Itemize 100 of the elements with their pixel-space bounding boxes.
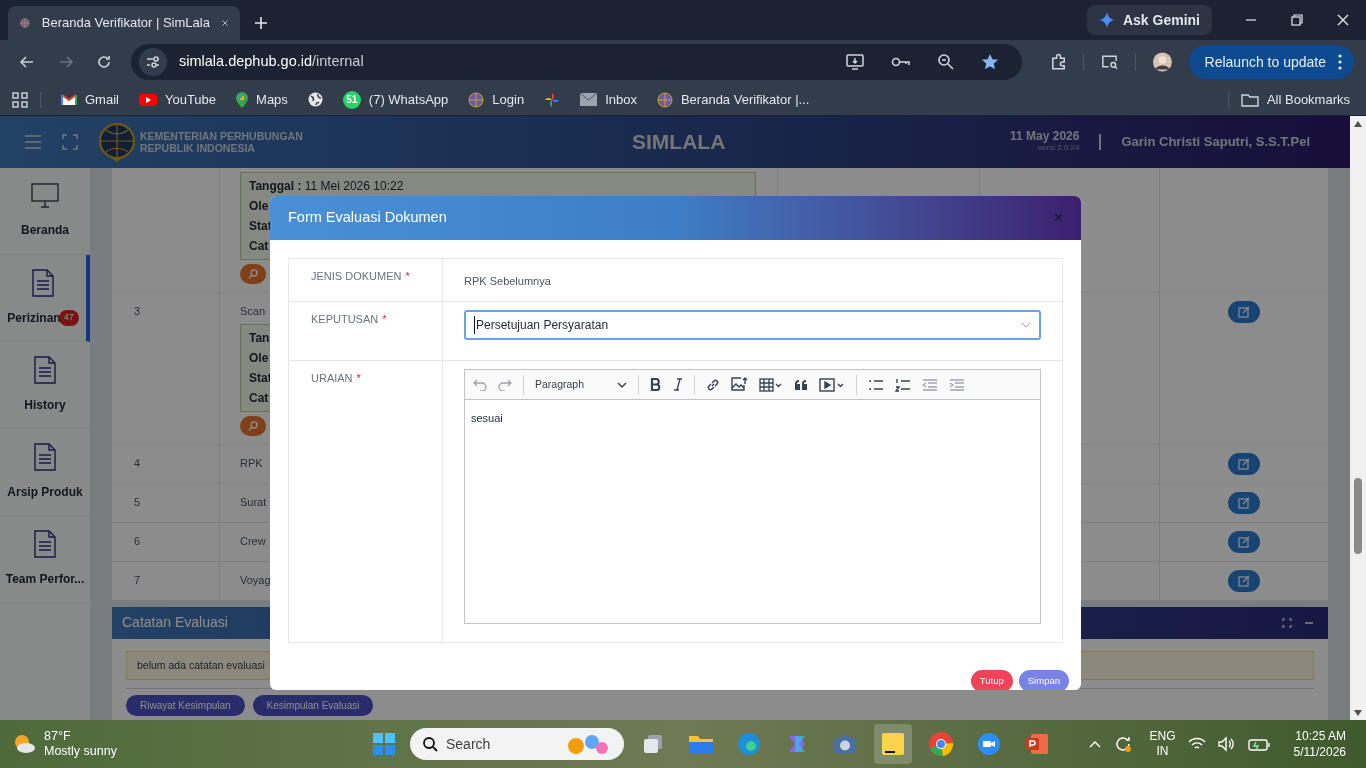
media-embed-icon[interactable]: [819, 377, 845, 392]
editor-text: sesuai: [471, 411, 504, 426]
key-icon[interactable]: [890, 55, 911, 69]
log-line: Tan: [249, 329, 270, 347]
sidebar-label: Beranda: [21, 222, 69, 239]
block-style-dropdown[interactable]: Paragraph: [535, 376, 627, 393]
log-line: Cat: [249, 389, 269, 407]
bookmark-item[interactable]: Maps: [228, 86, 296, 113]
bookmark-item[interactable]: 51 (7) WhatsApp: [334, 86, 457, 113]
globe-icon[interactable]: [307, 92, 323, 107]
scroll-up-icon[interactable]: [1354, 121, 1362, 127]
speaker-icon[interactable]: [1217, 736, 1236, 752]
edit-button[interactable]: [1228, 569, 1260, 592]
language-indicator[interactable]: ENG IN: [1149, 729, 1176, 759]
edit-button[interactable]: [1228, 301, 1260, 323]
envelope-icon: [580, 93, 598, 106]
edit-button[interactable]: [1228, 530, 1260, 553]
wifi-icon[interactable]: [1187, 737, 1206, 751]
extensions-icon[interactable]: [1049, 53, 1067, 71]
row-number: 3: [134, 305, 141, 317]
play-icon: [138, 93, 157, 106]
map-pin-icon: [236, 91, 249, 108]
required-mark: *: [405, 269, 410, 284]
install-icon[interactable]: [844, 53, 865, 71]
edit-button[interactable]: [1228, 452, 1260, 475]
scrollbar-thumb[interactable]: [1354, 478, 1362, 554]
start-icon[interactable]: [372, 732, 396, 756]
quote-icon[interactable]: [794, 378, 808, 391]
edit-icon: [1238, 535, 1250, 548]
bookmark-star-icon[interactable]: [980, 53, 999, 71]
italic-icon[interactable]: [673, 378, 683, 391]
reload-icon[interactable]: [95, 54, 112, 70]
zoom-icon[interactable]: [936, 53, 955, 71]
edit-icon: [1238, 306, 1250, 318]
user-name: Garin Christi Saputri, S.S.T.Pel: [1121, 133, 1310, 152]
caret-icon: [617, 381, 627, 388]
document-icon: [32, 269, 54, 297]
profile-avatar-icon[interactable]: [1151, 51, 1173, 73]
weather-condition: Mostly sunny: [44, 744, 117, 759]
panel-button[interactable]: Kesimpulan Evaluasi: [252, 695, 374, 717]
mail-icon: [61, 93, 77, 106]
decision-select[interactable]: Persetujuan Persyaratan: [464, 310, 1041, 340]
org-country: REPUBLIK INDONESIA: [140, 142, 256, 154]
taskbar-search[interactable]: Search: [410, 728, 624, 760]
log-line: Stat: [249, 218, 272, 235]
clock[interactable]: 10:25 AM 5/11/2026: [1293, 728, 1346, 760]
sidebar-label: Team Perfor...: [5, 571, 85, 588]
log-line: Ole: [249, 198, 269, 215]
bookmark-item[interactable]: Gmail: [53, 86, 127, 113]
bookmark-item[interactable]: Login: [460, 86, 533, 113]
image-upload-icon[interactable]: [731, 377, 748, 392]
table-icon[interactable]: [759, 377, 783, 392]
chevron-up-icon[interactable]: [1089, 740, 1102, 748]
emblem-icon: [98, 122, 136, 162]
document-name: Surat: [240, 494, 267, 510]
ask-gemini-button[interactable]: Ask Gemini: [1086, 5, 1212, 35]
log-line: Stat: [249, 369, 272, 387]
modal-title: Form Evaluasi Dokumen: [288, 208, 448, 228]
scroll-down-icon[interactable]: [1354, 710, 1362, 716]
browser-tab[interactable]: Beranda Verifikator | SimLala: [8, 6, 240, 40]
tab-search-icon[interactable]: [1099, 53, 1119, 71]
log-line: Ole: [249, 349, 269, 367]
modal-button[interactable]: Tutup: [970, 670, 1013, 690]
relaunch-button[interactable]: Relaunch to update: [1188, 45, 1354, 79]
edit-button[interactable]: [1228, 491, 1260, 514]
address-field[interactable]: simlala.dephub.go.id/internal: [131, 44, 1022, 80]
editor-area[interactable]: sesuai: [465, 400, 1040, 623]
document-icon: [34, 443, 56, 471]
bookmark-item[interactable]: Beranda Verifikator |...: [648, 86, 818, 113]
panel-button[interactable]: Riwayat Kesimpulan: [126, 695, 245, 717]
camera-icon[interactable]: [833, 733, 857, 755]
pinwheel-icon[interactable]: [544, 91, 561, 108]
scrollbar[interactable]: [1350, 116, 1366, 720]
bold-icon[interactable]: [650, 378, 662, 391]
bookmark-item[interactable]: Inbox: [572, 86, 645, 113]
sidebar-label: Arsip Produk: [7, 484, 83, 501]
site-icon: [468, 91, 485, 108]
battery-icon[interactable]: [1247, 737, 1270, 751]
folder-icon[interactable]: [688, 733, 714, 755]
tab-title: Beranda Verifikator | SimLala: [41, 14, 210, 33]
site-info-button[interactable]: [139, 48, 168, 76]
field-label: URAIAN: [311, 371, 353, 386]
panel-title: Catatan Evaluasi: [122, 613, 229, 632]
bookmark-item[interactable]: YouTube: [130, 86, 225, 113]
weather-icon[interactable]: [12, 733, 36, 755]
field-label: JENIS DOKUMEN: [311, 269, 402, 284]
sync-icon[interactable]: [1113, 734, 1134, 754]
numbered-list-icon[interactable]: [895, 377, 911, 392]
close-icon[interactable]: [1337, 14, 1349, 26]
plus-icon[interactable]: [254, 16, 268, 30]
sticky-notes-icon[interactable]: [881, 732, 905, 756]
presentation-app-icon[interactable]: [1025, 732, 1049, 756]
restore-icon[interactable]: [1291, 14, 1303, 26]
back-arrow-icon[interactable]: [19, 54, 36, 70]
task-view-icon[interactable]: [642, 733, 664, 755]
bulleted-list-icon[interactable]: [868, 378, 884, 391]
apps-icon[interactable]: [12, 91, 28, 108]
link-icon[interactable]: [706, 377, 720, 392]
more-icon[interactable]: [1338, 54, 1342, 70]
all-bookmarks-button[interactable]: All Bookmarks: [1240, 89, 1354, 110]
